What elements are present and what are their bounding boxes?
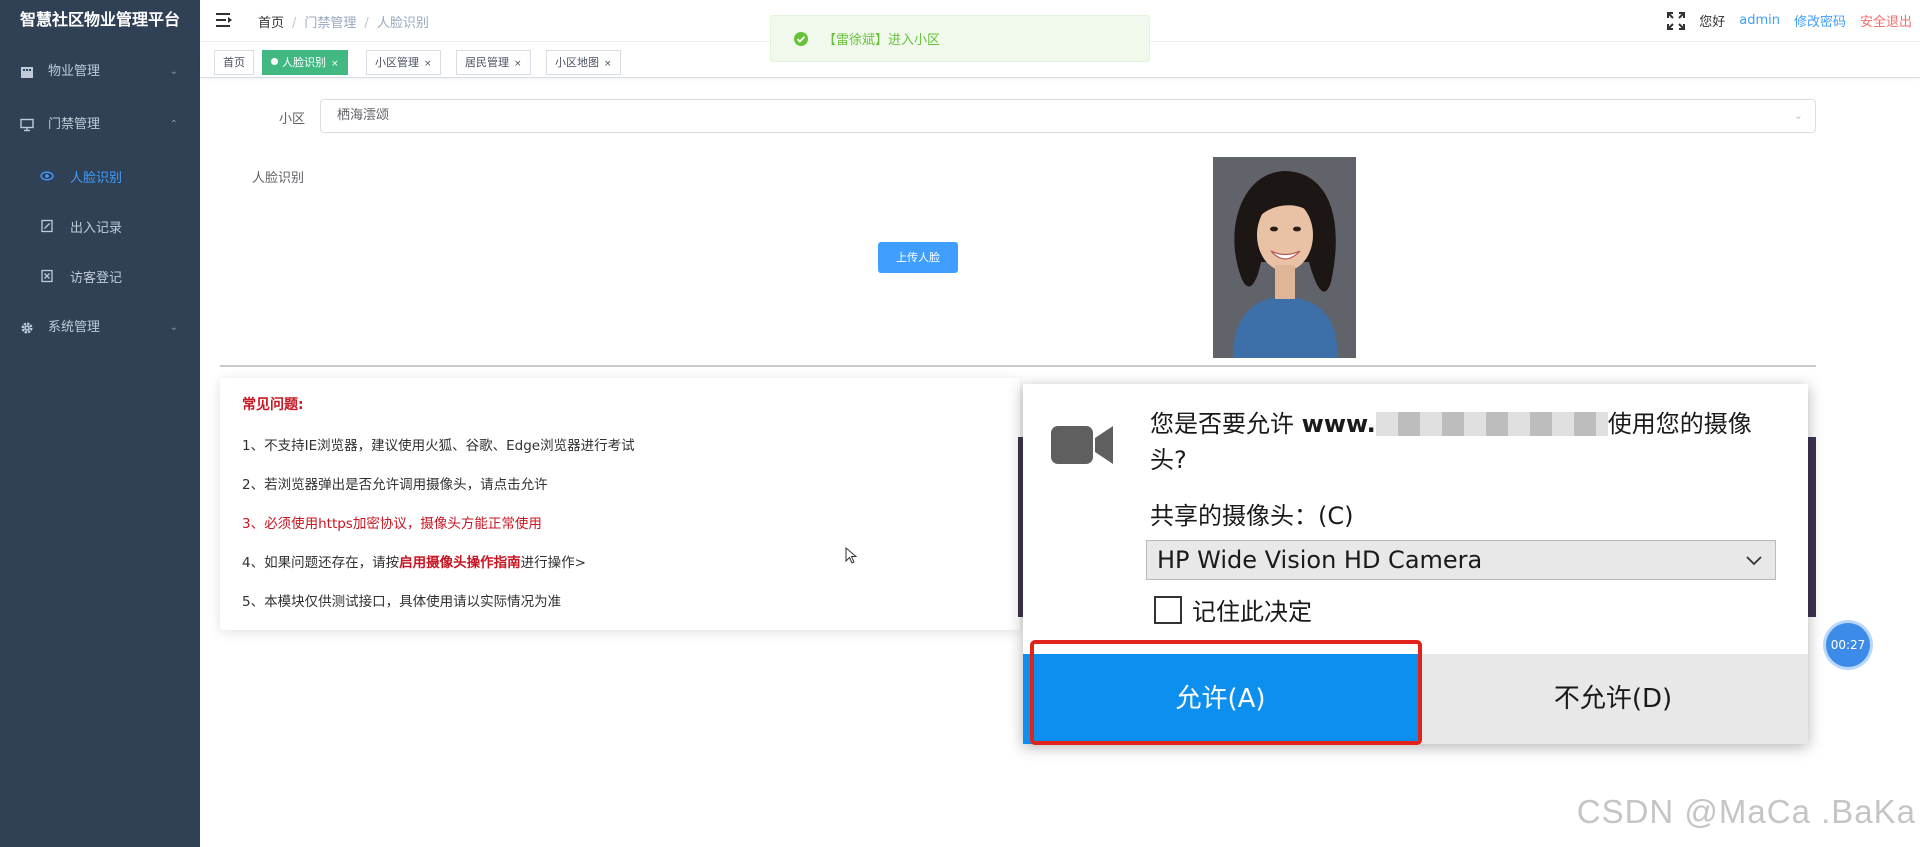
faq-item-3: 3、必须使用https加密协议，摄像头方能正常使用 <box>242 516 542 532</box>
close-icon[interactable]: × <box>424 59 432 69</box>
community-label: 小区 <box>279 112 306 127</box>
gear-icon <box>20 321 34 335</box>
logout-link[interactable]: 安全退出 <box>1860 11 1912 30</box>
sidebar-item-access[interactable]: 门禁管理 ⌃ <box>0 98 200 151</box>
faq-item-4-prefix: 4、如果问题还存在，请按 <box>242 555 400 571</box>
faq-card: 常见问题: 1、不支持IE浏览器，建议使用火狐、谷歌、Edge浏览器进行考试 2… <box>220 378 1020 630</box>
edit-icon <box>40 219 54 233</box>
video-camera-icon <box>1051 426 1113 464</box>
camera-select-label: 共享的摄像头：(C) <box>1150 502 1354 530</box>
chevron-down-icon <box>1746 556 1762 566</box>
faq-item-1: 1、不支持IE浏览器，建议使用火狐、谷歌、Edge浏览器进行考试 <box>242 438 635 454</box>
faq-item-4: 4、如果问题还存在，请按启用摄像头操作指南进行操作> <box>242 551 586 571</box>
success-toast: 【雷徐斌】进入小区 <box>770 15 1150 62</box>
breadcrumb-separator: / <box>364 16 369 31</box>
tag-label: 小区地图 <box>555 56 599 69</box>
visitor-icon <box>40 269 54 283</box>
greeting-text: 您好 <box>1699 15 1726 30</box>
tag-label: 小区管理 <box>375 56 419 69</box>
building-icon <box>20 65 34 79</box>
breadcrumb-home[interactable]: 首页 <box>258 16 284 31</box>
camera-permission-dialog: 您是否要允许 www. 使用您的摄像头? 共享的摄像头：(C) HP Wide V… <box>1023 384 1808 744</box>
camera-guide-link[interactable]: 启用摄像头操作指南 <box>399 555 521 571</box>
close-icon[interactable]: × <box>604 59 612 69</box>
chevron-up-icon: ⌃ <box>169 119 178 130</box>
breadcrumb-separator: / <box>292 16 297 31</box>
sidebar-item-property[interactable]: 物业管理 ⌄ <box>0 45 200 98</box>
sidebar-item-visitor-registration[interactable]: 访客登记 <box>0 251 200 301</box>
community-select[interactable]: 栖海澐颂 ⌄ <box>320 99 1816 133</box>
tag-community[interactable]: 小区管理 × <box>366 50 441 75</box>
camera-select-value: HP Wide Vision HD Camera <box>1157 546 1483 574</box>
username-link[interactable]: admin <box>1739 13 1780 28</box>
tag-label: 居民管理 <box>465 56 509 69</box>
eye-icon <box>40 169 54 183</box>
community-select-value: 栖海澐颂 <box>337 108 390 123</box>
fullscreen-icon[interactable] <box>1667 11 1686 30</box>
faq-item-5: 5、本模块仅供测试接口，具体使用请以实际情况为准 <box>242 594 562 610</box>
section-divider <box>220 365 1816 367</box>
monitor-icon <box>20 118 34 132</box>
app-root: 智慧社区物业管理平台 物业管理 ⌄ 门禁管理 ⌃ 人脸识别 出入记录 访客登记 … <box>0 0 1920 847</box>
checkbox-box[interactable] <box>1154 595 1182 624</box>
hamburger-menu-icon[interactable] <box>216 12 234 28</box>
tag-map[interactable]: 小区地图 × <box>546 50 621 75</box>
allow-button[interactable]: 允许(A) <box>1023 654 1418 744</box>
faq-item-4-suffix: 进行操作> <box>520 555 586 571</box>
tag-face-recognition[interactable]: 人脸识别 × <box>262 50 348 75</box>
app-title: 智慧社区物业管理平台 <box>20 10 181 29</box>
face-recognition-label: 人脸识别 <box>252 171 305 186</box>
deny-button[interactable]: 不允许(D) <box>1418 654 1808 744</box>
permission-question: 您是否要允许 www. 使用您的摄像头? <box>1150 406 1770 478</box>
close-icon[interactable]: × <box>514 59 522 69</box>
mouse-cursor-icon <box>845 547 857 564</box>
tag-label: 首页 <box>223 56 245 69</box>
sidebar: 智慧社区物业管理平台 物业管理 ⌄ 门禁管理 ⌃ 人脸识别 出入记录 访客登记 … <box>0 0 200 847</box>
header-actions: 您好 admin 修改密码 安全退出 <box>1653 11 1912 30</box>
sidebar-item-face-recognition[interactable]: 人脸识别 <box>0 151 200 201</box>
tag-label: 人脸识别 <box>282 56 326 69</box>
toast-message: 【雷徐斌】进入小区 <box>823 33 941 48</box>
chevron-down-icon: ⌄ <box>169 66 178 77</box>
sidebar-item-system[interactable]: 系统管理 ⌄ <box>0 301 200 354</box>
remember-decision-checkbox[interactable]: 记住此决定 <box>1154 592 1312 627</box>
breadcrumb: 首页 / 门禁管理 / 人脸识别 <box>258 12 429 31</box>
redacted-domain <box>1375 412 1608 436</box>
active-dot-icon <box>271 58 278 65</box>
watermark: CSDN @MaCa .BaKa <box>1576 793 1916 830</box>
breadcrumb-current: 人脸识别 <box>376 16 429 31</box>
site-url: www. <box>1301 410 1376 438</box>
sidebar-item-label: 出入记录 <box>70 220 123 236</box>
face-photo <box>1213 157 1356 358</box>
success-check-icon <box>794 31 808 46</box>
sidebar-item-access-records[interactable]: 出入记录 <box>0 201 200 251</box>
question-prefix: 您是否要允许 <box>1150 410 1302 438</box>
faq-item-2: 2、若浏览器弹出是否允许调用摄像头，请点击允许 <box>242 477 548 493</box>
change-password-link[interactable]: 修改密码 <box>1794 11 1846 30</box>
sidebar-item-label: 系统管理 <box>48 320 101 335</box>
chevron-down-icon: ⌄ <box>1793 109 1803 122</box>
sidebar-item-label: 人脸识别 <box>70 170 123 186</box>
tag-home[interactable]: 首页 <box>214 50 254 75</box>
timer-bubble[interactable]: 00:27 <box>1826 623 1870 667</box>
chevron-down-icon: ⌄ <box>169 322 178 333</box>
remember-label: 记住此决定 <box>1192 598 1312 626</box>
close-icon[interactable]: × <box>331 59 339 69</box>
sidebar-item-label: 物业管理 <box>48 64 101 79</box>
camera-select[interactable]: HP Wide Vision HD Camera <box>1146 540 1776 580</box>
faq-title: 常见问题: <box>242 397 304 413</box>
sidebar-item-label: 门禁管理 <box>48 117 101 132</box>
tag-residents[interactable]: 居民管理 × <box>456 50 531 75</box>
sidebar-item-label: 访客登记 <box>70 270 123 286</box>
breadcrumb-access[interactable]: 门禁管理 <box>304 16 356 31</box>
upload-face-button[interactable]: 上传人脸 <box>878 242 958 273</box>
